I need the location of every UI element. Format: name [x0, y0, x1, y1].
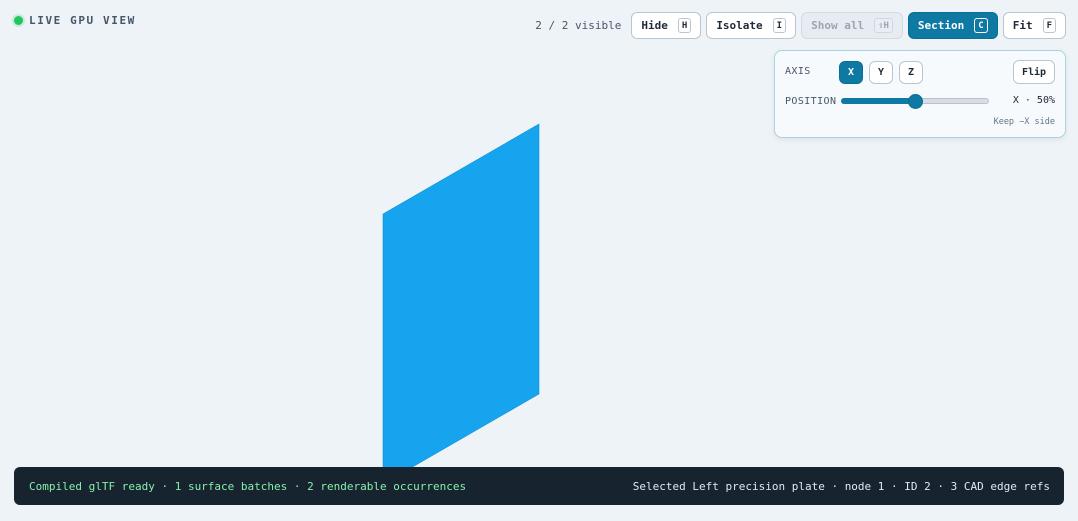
gpu-viewer[interactable]: LIVE GPU VIEW 2 / 2 visible Hide H Isola… — [0, 0, 1078, 521]
selection-status: Selected Left precision plate · node 1 ·… — [632, 479, 1050, 493]
fit-button[interactable]: Fit F — [1002, 12, 1066, 39]
keep-side-note: Keep −X side — [993, 117, 1055, 127]
isolate-shortcut-key: I — [772, 18, 787, 33]
hide-button-label: Hide — [641, 19, 668, 32]
visible-count: 2 / 2 visible — [535, 19, 622, 32]
hide-shortcut-key: H — [677, 18, 692, 33]
show-all-button[interactable]: Show all ⇧H — [801, 12, 903, 39]
position-slider[interactable] — [841, 94, 989, 109]
show-all-button-label: Show all — [811, 19, 865, 32]
axis-y-button[interactable]: Y — [869, 61, 893, 84]
section-button[interactable]: Section C — [907, 12, 998, 39]
axis-label: AXIS — [785, 66, 811, 77]
position-slider-thumb[interactable] — [908, 94, 923, 109]
axis-z-button[interactable]: Z — [899, 61, 923, 84]
axis-x-button[interactable]: X — [839, 61, 863, 84]
selected-plate-mesh[interactable] — [382, 123, 540, 485]
live-label: LIVE GPU VIEW — [29, 14, 136, 27]
isolate-button-label: Isolate — [716, 19, 763, 32]
flip-button[interactable]: Flip — [1013, 60, 1055, 84]
fit-shortcut-key: F — [1042, 18, 1056, 33]
position-label: POSITION — [785, 96, 837, 107]
live-indicator: LIVE GPU VIEW — [14, 14, 136, 27]
live-status-dot — [14, 16, 23, 25]
position-value: X · 50% — [1012, 95, 1055, 106]
isolate-button[interactable]: Isolate I — [706, 12, 797, 39]
show-all-shortcut-key: ⇧H — [874, 18, 893, 33]
section-button-label: Section — [917, 19, 965, 32]
fit-button-label: Fit — [1012, 19, 1033, 32]
compile-status: Compiled glTF ready · 1 surface batches … — [29, 479, 467, 493]
toolbar: 2 / 2 visible Hide H Isolate I Show all … — [535, 12, 1066, 39]
section-shortcut-key: C — [974, 18, 988, 33]
hide-button[interactable]: Hide H — [631, 12, 702, 39]
status-bar: Compiled glTF ready · 1 surface batches … — [14, 467, 1064, 505]
position-slider-fill — [841, 98, 914, 104]
section-panel: AXIS X Y Z Flip POSITION X · 50% Keep −X… — [774, 50, 1066, 138]
